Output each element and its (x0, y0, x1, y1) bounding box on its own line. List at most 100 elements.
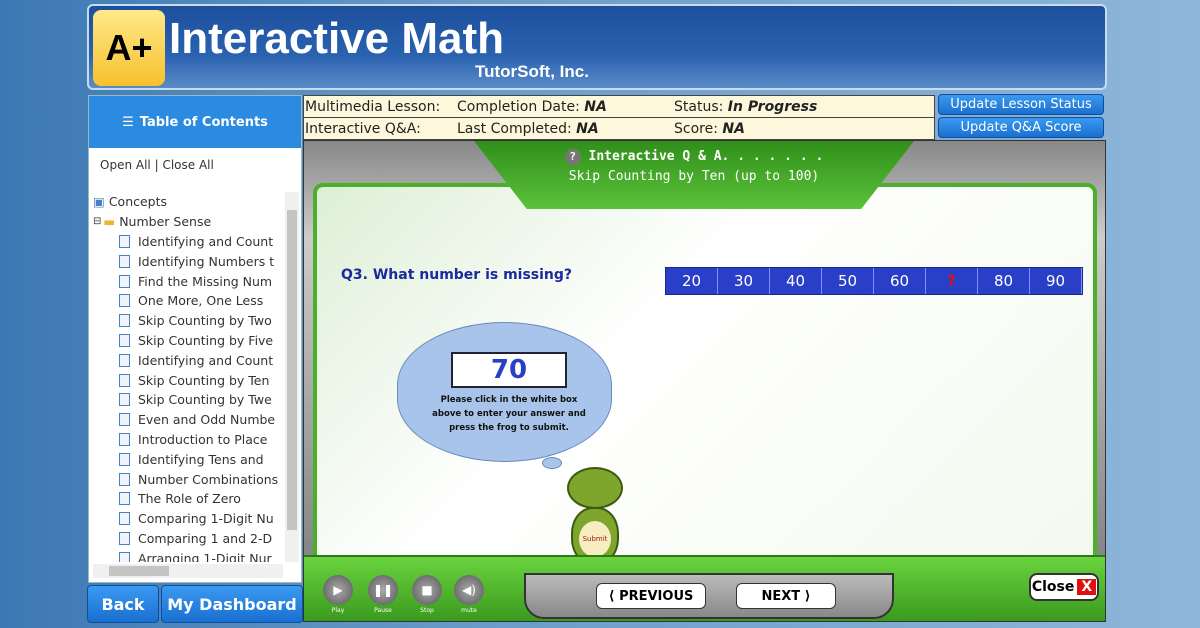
sequence-cell: 60 (874, 268, 926, 294)
open-close-links: Open All | Close All (100, 158, 214, 172)
navigation-bay: ⟨ PREVIOUS NEXT ⟩ (524, 573, 894, 619)
tree-item[interactable]: Skip Counting by Ten (93, 370, 285, 390)
status-bar: Multimedia Lesson: Completion Date: NA S… (303, 95, 935, 140)
tree-item[interactable]: Arranging 1-Digit Nur (93, 548, 285, 562)
play-icon[interactable]: ▶ (323, 575, 353, 605)
tree-item-label: Comparing 1 and 2-D (138, 530, 273, 546)
document-icon (119, 234, 130, 248)
tree-item-label: Skip Counting by Twe (138, 392, 272, 408)
tree-item-label: Skip Counting by Ten (138, 372, 270, 388)
document-icon (119, 551, 130, 562)
completion-value: NA (584, 98, 607, 115)
sequence-cell: 90 (1030, 268, 1082, 294)
help-icon[interactable]: ? (564, 149, 581, 165)
tree-item[interactable]: Skip Counting by Twe (93, 390, 285, 410)
pause-icon[interactable]: ❚❚ (368, 575, 398, 605)
document-icon (119, 452, 130, 466)
sequence-cell: 50 (822, 268, 874, 294)
close-button[interactable]: Close X (1029, 573, 1099, 601)
sequence-cell: 40 (770, 268, 822, 294)
tree-root-label: Concepts (108, 194, 168, 210)
lesson-subtitle: Skip Counting by Ten (up to 100) (568, 169, 820, 184)
scroll-thumb[interactable] (109, 566, 169, 576)
back-button[interactable]: Back (87, 585, 159, 623)
document-icon (119, 353, 130, 367)
sequence-cell: 20 (666, 268, 718, 294)
company-name: TutorSoft, Inc. (475, 62, 589, 81)
document-icon (119, 314, 130, 328)
tree-item-label: Identifying and Count (138, 352, 274, 368)
tree-item[interactable]: The Role of Zero (93, 489, 285, 509)
tree-item[interactable]: Skip Counting by Two (93, 311, 285, 331)
document-icon (119, 512, 130, 526)
pause-label: Pause (374, 607, 392, 614)
score-value: NA (722, 121, 745, 137)
dashboard-button[interactable]: My Dashboard (161, 585, 303, 623)
tree-item-label: The Role of Zero (138, 491, 241, 507)
folder-icon: ▬ (103, 214, 116, 230)
status-value: In Progress (727, 98, 818, 115)
document-icon (119, 492, 130, 506)
computer-icon: ▣ (93, 194, 105, 210)
sequence-cell: ? (926, 268, 978, 294)
document-icon (119, 254, 130, 268)
close-label: Close (1031, 579, 1075, 595)
tree-item[interactable]: Skip Counting by Five (93, 331, 285, 351)
speaker-icon[interactable]: ◀) (454, 575, 484, 605)
stop-icon[interactable]: ■ (412, 575, 442, 605)
document-icon (119, 333, 130, 347)
thought-cloud (397, 322, 612, 462)
update-qa-score-button[interactable]: Update Q&A Score (938, 117, 1104, 138)
previous-label: PREVIOUS (619, 588, 694, 604)
tree-item[interactable]: Even and Odd Numbe (93, 410, 285, 430)
app-title: Interactive Math (169, 14, 504, 63)
scroll-thumb[interactable] (287, 210, 297, 530)
sidebar: ☰ Table of Contents Open All | Close All… (88, 95, 302, 583)
open-all-link[interactable]: Open All (100, 158, 151, 172)
horizontal-scrollbar[interactable] (93, 564, 283, 578)
logo: A+ (93, 10, 165, 86)
tree-item[interactable]: One More, One Less (93, 291, 285, 311)
control-bar: ▶ Play ❚❚ Pause ■ Stop ◀) mute ⟨ PREVIOUS NE… (304, 555, 1105, 621)
tree-item[interactable]: Identifying Tens and (93, 449, 285, 469)
close-all-link[interactable]: Close All (162, 158, 213, 172)
tree-root[interactable]: ▣ Concepts (93, 192, 285, 212)
tree-item-label: Even and Odd Numbe (138, 412, 276, 428)
tree-item[interactable]: Identifying and Count (93, 232, 285, 252)
tree-item-label: Identifying Tens and (138, 451, 264, 467)
lesson-panel: Q3. What number is missing? 20 30 40 50 60? 8… (303, 140, 1106, 622)
qa-label: Interactive Q&A: (305, 121, 421, 137)
tree-item[interactable]: Identifying Numbers t (93, 251, 285, 271)
update-lesson-status-button[interactable]: Update Lesson Status (938, 94, 1104, 115)
answer-input[interactable]: 70 (451, 352, 567, 388)
tree-item-label: Identifying Numbers t (138, 253, 275, 269)
play-label: Play (331, 607, 345, 614)
tree-item[interactable]: Find the Missing Num (93, 271, 285, 291)
next-button[interactable]: NEXT ⟩ (736, 583, 836, 609)
collapse-icon[interactable]: ⊟ (93, 216, 101, 227)
vertical-scrollbar[interactable] (285, 192, 299, 562)
tree-item[interactable]: Identifying and Count (93, 350, 285, 370)
last-completed-value: NA (576, 121, 599, 137)
sequence-cell: 30 (718, 268, 770, 294)
mute-label: mute (461, 607, 477, 614)
submit-label: Submit (579, 521, 611, 557)
next-label: NEXT (761, 588, 801, 604)
document-icon (119, 294, 130, 308)
lesson-title: ? Interactive Q & A. . . . . . . Skip Co… (474, 141, 914, 209)
tree-item[interactable]: Number Combinations (93, 469, 285, 489)
document-icon (119, 393, 130, 407)
document-icon (119, 432, 130, 446)
tree-item-label: Skip Counting by Five (138, 332, 274, 348)
tree-item[interactable]: Introduction to Place (93, 430, 285, 450)
tree-folder[interactable]: ⊟ ▬ Number Sense (93, 212, 285, 232)
tree-item[interactable]: Comparing 1 and 2-D (93, 529, 285, 549)
tree-item[interactable]: Comparing 1-Digit Nu (93, 509, 285, 529)
tree-item-label: Find the Missing Num (138, 273, 273, 289)
tree-item-label: Skip Counting by Two (138, 313, 272, 329)
previous-button[interactable]: ⟨ PREVIOUS (596, 583, 706, 609)
document-icon (119, 531, 130, 545)
tree-item-label: Number Combinations (138, 471, 279, 487)
app-header: A+ Interactive Math TutorSoft, Inc. (87, 4, 1107, 90)
completion-label: Completion Date: (457, 98, 580, 115)
